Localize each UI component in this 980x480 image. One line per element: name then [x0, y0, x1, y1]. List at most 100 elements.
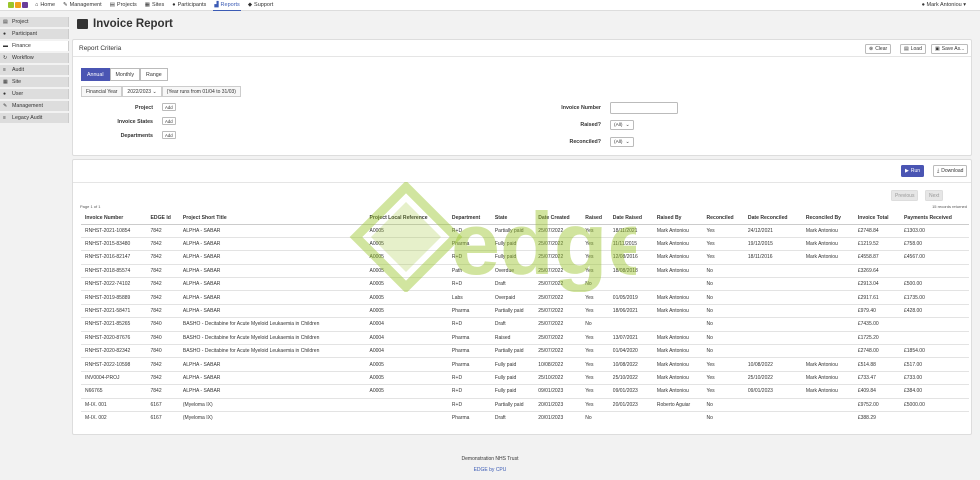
- nav-item-management[interactable]: ✎ Management: [62, 0, 103, 11]
- table-cell: INV0004-PROJ: [81, 370, 147, 385]
- nav-item-label: Home: [40, 2, 55, 8]
- tab-annual[interactable]: Annual: [81, 68, 110, 81]
- page-info: Page 1 of 1: [80, 204, 101, 209]
- reconciled-select[interactable]: (All) ⌄: [610, 137, 634, 147]
- table-row[interactable]: RNHST-2019-85889 7842 ALPHA - SABAR A0005 La…: [81, 290, 969, 305]
- nav-item-reports[interactable]: ▟ Reports: [213, 0, 241, 11]
- financial-year-label: Financial Year: [81, 86, 123, 97]
- save-as-button[interactable]: ▣ Save As...: [931, 44, 969, 54]
- run-button[interactable]: ▶ Run: [901, 165, 925, 177]
- column-header-payments-received[interactable]: Payments Received: [900, 212, 969, 225]
- table-cell: ALPHA - SABAR: [178, 290, 366, 305]
- table-cell: Mark Antoniou: [801, 357, 854, 372]
- column-header-project-local-reference[interactable]: Project Local Reference: [365, 212, 448, 225]
- table-cell: Partially paid: [490, 303, 535, 318]
- nav-item-participants[interactable]: ● Participants: [171, 0, 207, 11]
- sidebar-item-workflow[interactable]: ↻ Workflow: [0, 53, 69, 63]
- table-cell: £733.47: [853, 370, 900, 385]
- add-department-button[interactable]: Add: [162, 131, 176, 139]
- add-project-button[interactable]: Add: [162, 103, 176, 111]
- nav-item-support[interactable]: ◆ Support: [247, 0, 275, 11]
- table-row[interactable]: M-IX. 001 6167 (Myeloma IX) R+D Partially pa…: [81, 397, 969, 412]
- table-row[interactable]: RNHST-2020-82342 7840 BASHO - Decitabine f…: [81, 344, 969, 358]
- folder-icon: ▤: [109, 2, 115, 8]
- table-cell: 7840: [146, 344, 179, 358]
- table-cell: 7840: [146, 330, 179, 345]
- table-cell: Fully paid: [490, 250, 535, 265]
- table-cell: RNHST-2022-10598: [81, 357, 147, 372]
- table-cell: A0005: [365, 384, 448, 399]
- load-button[interactable]: ▤ Load: [900, 44, 926, 54]
- next-button[interactable]: Next: [925, 190, 944, 201]
- table-cell: 7842: [146, 290, 179, 305]
- column-header-raised[interactable]: Raised: [581, 212, 609, 225]
- table-row[interactable]: RNHST-2022-10598 7842 ALPHA - SABAR A0005 Ph…: [81, 357, 969, 372]
- table-cell: £7435.00: [853, 317, 900, 332]
- financial-year-select[interactable]: 2022/2023 ⌄: [122, 86, 162, 97]
- tab-range[interactable]: Range: [140, 68, 168, 81]
- table-cell: £758.00: [900, 236, 969, 251]
- invoice-number-input[interactable]: [610, 102, 678, 114]
- previous-button[interactable]: Previous: [891, 190, 919, 201]
- column-header-edge-id[interactable]: EDGE Id: [146, 212, 179, 225]
- table-cell: R+D: [447, 384, 491, 399]
- chevron-down-icon: ⌄: [625, 139, 630, 145]
- table-cell: (Myeloma IX): [178, 397, 366, 412]
- table-row[interactable]: RNHST-2020-87676 7840 BASHO - Decitabine f…: [81, 330, 969, 345]
- table-cell: £979.40: [853, 303, 900, 318]
- table-row[interactable]: M-IX. 002 6167 (Myeloma IX) Pharma Draft 20/0…: [81, 410, 969, 425]
- sidebar-item-audit[interactable]: ≡ Audit: [0, 65, 69, 75]
- table-cell: RNHST-2015-83480: [81, 236, 147, 251]
- table-cell: [743, 263, 802, 278]
- table-cell: [652, 317, 703, 332]
- sidebar-item-user[interactable]: ● User: [0, 89, 69, 99]
- table-cell: Mark Antoniou: [801, 370, 854, 385]
- table-row[interactable]: RNHST-2022-74102 7842 ALPHA - SABAR A0005 R+…: [81, 277, 969, 291]
- raised-select[interactable]: (All) ⌄: [610, 120, 634, 130]
- table-cell: 25/10/2022: [534, 370, 582, 385]
- folder-icon: ▤: [904, 46, 909, 52]
- table-row[interactable]: N66765 7842 ALPHA - SABAR A0005 R+D Fully pai…: [81, 384, 969, 399]
- sidebar-item-management[interactable]: ✎ Management: [0, 101, 69, 111]
- download-button[interactable]: ⤓ Download: [933, 165, 968, 177]
- sidebar-item-participant[interactable]: ● Participant: [0, 29, 69, 39]
- column-header-reconciled[interactable]: Reconciled: [702, 212, 744, 225]
- add-invoice-state-button[interactable]: Add: [162, 117, 176, 125]
- nav-item-home[interactable]: ⌂ Home: [34, 0, 56, 11]
- sidebar-item-legacy-audit[interactable]: ≡ Legacy Audit: [0, 113, 69, 123]
- column-header-state[interactable]: State: [490, 212, 535, 225]
- column-header-date-raised[interactable]: Date Raised: [608, 212, 653, 225]
- table-row[interactable]: RNHST-2021-58471 7842 ALPHA - SABAR A0005 Ph…: [81, 303, 969, 318]
- tab-monthly[interactable]: Monthly: [109, 68, 141, 81]
- table-cell: £1303.00: [900, 223, 969, 238]
- nav-item-projects[interactable]: ▤ Projects: [109, 0, 138, 11]
- column-header-date-created[interactable]: Date Created: [534, 212, 582, 225]
- footer-brand-link[interactable]: EDGE by CPU: [0, 467, 980, 478]
- sidebar-item-site[interactable]: ▦ Site: [0, 77, 69, 87]
- table-row[interactable]: RNHST-2018-85574 7842 ALPHA - SABAR A0005 Pa…: [81, 263, 969, 278]
- table-row[interactable]: INV0004-PROJ 7842 ALPHA - SABAR A0005 R+D Ful…: [81, 370, 969, 385]
- column-header-invoice-total[interactable]: Invoice Total: [853, 212, 900, 225]
- list-icon: ≡: [3, 67, 6, 73]
- clear-button[interactable]: ⊗ Clear: [865, 44, 892, 54]
- user-menu[interactable]: ● Mark Antoniou ▾: [922, 2, 966, 8]
- edge-logo[interactable]: [8, 1, 28, 10]
- table-row[interactable]: RNHST-2021-85265 7840 BASHO - Decitabine f…: [81, 317, 969, 332]
- column-header-project-short-title[interactable]: Project Short Title: [178, 212, 366, 225]
- column-header-invoice-number[interactable]: Invoice Number: [81, 212, 147, 225]
- column-header-raised-by[interactable]: Raised By: [652, 212, 703, 225]
- table-cell: Yes: [581, 263, 609, 278]
- table-cell: [900, 317, 969, 332]
- sidebar-item-project[interactable]: ▤ Project: [0, 17, 69, 27]
- table-row[interactable]: RNHST-2016-82147 7842 ALPHA - SABAR A0005 R+…: [81, 250, 969, 265]
- nav-item-sites[interactable]: ▦ Sites: [144, 0, 165, 11]
- sidebar-item-finance[interactable]: ▬ Finance: [0, 41, 69, 51]
- table-row[interactable]: RNHST-2021-10854 7842 ALPHA - SABAR A0005 R+…: [81, 223, 969, 238]
- nav-item-label: Sites: [152, 2, 165, 8]
- table-row[interactable]: RNHST-2015-83480 7842 ALPHA - SABAR A0005 Ph…: [81, 236, 969, 251]
- column-header-date-reconciled[interactable]: Date Reconciled: [743, 212, 802, 225]
- column-header-reconciled-by[interactable]: Reconciled By: [801, 212, 854, 225]
- column-header-department[interactable]: Department: [447, 212, 491, 225]
- table-cell: £3269.64: [853, 263, 900, 278]
- list-icon: ≡: [3, 115, 6, 121]
